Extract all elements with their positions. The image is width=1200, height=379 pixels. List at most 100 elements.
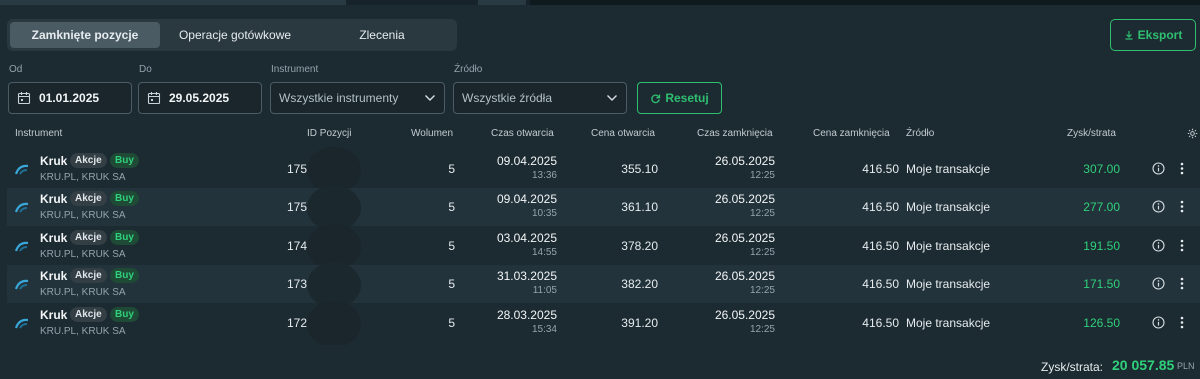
source: Moje transakcje <box>906 200 991 214</box>
total-pl-currency: PLN <box>1177 361 1195 371</box>
tab-cash-operations[interactable]: Operacje gotówkowe <box>160 22 310 48</box>
col-open-time[interactable]: Czas otwarcia <box>491 128 554 139</box>
close-time: 12:25 <box>749 247 775 258</box>
profit-loss: 277.00 <box>1083 200 1120 214</box>
more-vertical-icon[interactable] <box>1178 316 1186 329</box>
info-icon[interactable] <box>1152 162 1165 175</box>
close-price: 416.50 <box>862 162 899 176</box>
settings-gear-icon[interactable] <box>1187 128 1198 139</box>
history-tabs: Zamknięte pozycje Operacje gotówkowe Zle… <box>7 19 457 51</box>
close-time: 12:25 <box>749 324 775 335</box>
col-volume[interactable]: Wolumen <box>411 128 453 139</box>
instrument-subtitle: KRU.PL, KRUK SA <box>40 210 126 221</box>
volume: 5 <box>448 277 455 291</box>
more-vertical-icon[interactable] <box>1178 200 1186 213</box>
reset-button[interactable]: Resetuj <box>637 82 722 114</box>
reset-label: Resetuj <box>665 91 709 105</box>
table-row[interactable]: Kruk Akcje Buy KRU.PL, KRUK SA 1740 5 03.04.20… <box>7 224 1200 270</box>
open-date: 09.04.2025 <box>496 192 557 206</box>
info-icon[interactable] <box>1152 316 1165 329</box>
asset-type-badge: Akcje <box>70 268 107 283</box>
table-row[interactable]: Kruk Akcje Buy KRU.PL, KRUK SA 1755 5 09.04.20… <box>7 185 1200 231</box>
close-price: 416.50 <box>862 200 899 214</box>
tab-orders[interactable]: Zlecenia <box>310 22 454 48</box>
profit-loss: 191.50 <box>1083 239 1120 253</box>
instrument-name[interactable]: Kruk <box>40 231 67 245</box>
export-button[interactable]: Eksport <box>1110 19 1196 51</box>
open-date: 31.03.2025 <box>496 269 557 283</box>
close-time: 12:25 <box>749 285 775 296</box>
instrument-name[interactable]: Kruk <box>40 154 67 168</box>
open-time: 11:05 <box>532 285 557 296</box>
more-vertical-icon[interactable] <box>1178 277 1186 290</box>
instrument-subtitle: KRU.PL, KRUK SA <box>40 172 126 183</box>
profit-loss: 171.50 <box>1083 277 1120 291</box>
date-from-input[interactable]: 01.01.2025 <box>8 82 132 114</box>
side-badge: Buy <box>110 191 139 206</box>
instrument-logo-icon <box>15 279 29 290</box>
close-date: 26.05.2025 <box>714 231 775 245</box>
chevron-down-icon <box>607 95 617 101</box>
col-close-time[interactable]: Czas zamknięcia <box>697 128 773 139</box>
top-strip <box>0 0 1200 5</box>
open-price: 378.20 <box>621 239 658 253</box>
col-source[interactable]: Źródło <box>906 128 934 139</box>
info-icon[interactable] <box>1152 239 1165 252</box>
instrument-name[interactable]: Kruk <box>40 308 67 322</box>
close-date: 26.05.2025 <box>714 308 775 322</box>
side-badge: Buy <box>110 307 139 322</box>
instrument-select[interactable]: Wszystkie instrumenty <box>270 82 445 114</box>
instrument-logo-icon <box>15 318 29 329</box>
source: Moje transakcje <box>906 162 991 176</box>
asset-type-badge: Akcje <box>70 307 107 322</box>
info-icon[interactable] <box>1152 277 1165 290</box>
volume: 5 <box>448 239 455 253</box>
asset-type-badge: Akcje <box>70 230 107 245</box>
from-label: Od <box>9 64 23 75</box>
table-row[interactable]: Kruk Akcje Buy KRU.PL, KRUK SA 1731 5 31.03.20… <box>7 262 1200 308</box>
instrument-name[interactable]: Kruk <box>40 269 67 283</box>
open-date: 28.03.2025 <box>496 308 557 322</box>
open-time: 15:34 <box>531 324 557 335</box>
table-row[interactable]: Kruk Akcje Buy KRU.PL, KRUK SA 1756 5 09.04.20… <box>7 147 1200 193</box>
instrument-logo-icon <box>15 202 29 213</box>
col-profit-loss[interactable]: Zysk/strata <box>1067 128 1116 139</box>
date-from-value: 01.01.2025 <box>39 91 100 105</box>
total-pl-label: Zysk/strata: <box>1041 360 1104 374</box>
col-instrument[interactable]: Instrument <box>15 128 62 139</box>
instrument-name[interactable]: Kruk <box>40 192 67 206</box>
open-price: 391.20 <box>621 316 658 330</box>
col-position-id[interactable]: ID Pozycji <box>307 128 351 139</box>
volume: 5 <box>448 316 455 330</box>
info-icon[interactable] <box>1152 200 1165 213</box>
date-to-input[interactable]: 29.05.2025 <box>138 82 262 114</box>
more-vertical-icon[interactable] <box>1178 162 1186 175</box>
source-select[interactable]: Wszystkie źródła <box>453 82 627 114</box>
more-vertical-icon[interactable] <box>1178 239 1186 252</box>
asset-type-badge: Akcje <box>70 191 107 206</box>
col-close-price[interactable]: Cena zamknięcia <box>813 128 890 139</box>
top-strip-segment <box>530 0 1200 5</box>
redaction-blur <box>307 301 361 347</box>
close-price: 416.50 <box>862 316 899 330</box>
total-pl-value: 20 057.85 <box>1112 357 1175 373</box>
calendar-icon <box>17 92 31 105</box>
tab-closed-positions[interactable]: Zamknięte pozycje <box>10 22 160 48</box>
instrument-logo-icon <box>15 164 29 175</box>
close-price: 416.50 <box>862 277 899 291</box>
refresh-icon <box>651 94 661 103</box>
close-date: 26.05.2025 <box>714 269 775 283</box>
col-open-price[interactable]: Cena otwarcia <box>591 128 655 139</box>
source-select-value: Wszystkie źródła <box>462 91 553 105</box>
asset-type-badge: Akcje <box>70 153 107 168</box>
close-date: 26.05.2025 <box>714 192 775 206</box>
source: Moje transakcje <box>906 277 991 291</box>
close-price: 416.50 <box>862 239 899 253</box>
open-time: 10:35 <box>531 208 557 219</box>
footer-bar <box>0 345 1200 379</box>
open-date: 03.04.2025 <box>496 231 557 245</box>
top-strip-segment <box>478 0 526 5</box>
instrument-subtitle: KRU.PL, KRUK SA <box>40 249 126 260</box>
table-row[interactable]: Kruk Akcje Buy KRU.PL, KRUK SA 1729 5 28.03.20… <box>7 301 1200 347</box>
side-badge: Buy <box>110 230 139 245</box>
